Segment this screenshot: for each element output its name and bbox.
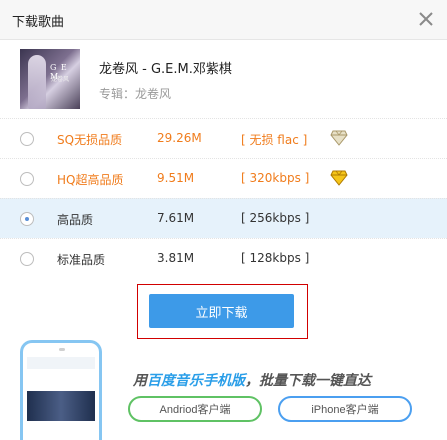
file-size: 29.26M	[157, 131, 202, 145]
promo-suffix: ，批量下载一键直达	[245, 373, 371, 389]
promo-prefix: 用	[133, 373, 147, 389]
radio-button-selected[interactable]	[20, 212, 34, 226]
quality-row-high[interactable]: 高品质 7.61M [ 256kbps ]	[0, 198, 447, 238]
android-client-button[interactable]: Andriod客户端	[128, 396, 262, 422]
mobile-promo: 用百度音乐手机版，批量下载一键直达 Andriod客户端 iPhone客户端	[0, 340, 447, 440]
quality-name: 标准品质	[57, 253, 106, 267]
quality-name: 高品质	[57, 213, 94, 227]
phone-screen-header	[27, 357, 95, 369]
cover-figure	[28, 55, 46, 109]
file-size: 9.51M	[157, 171, 195, 185]
promo-text: 用百度音乐手机版，批量下载一键直达	[133, 370, 371, 390]
file-size: 3.81M	[157, 251, 195, 265]
album-name: 专辑：龙卷风	[99, 87, 172, 101]
quality-name: HQ超高品质	[57, 173, 124, 187]
phone-illustration	[20, 340, 102, 440]
quality-name: SQ无损品质	[57, 133, 123, 147]
format-label: [ 320kbps ]	[241, 171, 310, 185]
radio-button[interactable]	[20, 132, 34, 146]
quality-row-standard[interactable]: 标准品质 3.81M [ 128kbps ]	[0, 238, 447, 278]
diamond-silver-icon	[330, 130, 348, 146]
radio-button[interactable]	[20, 252, 34, 266]
album-cover: G E M 龙卷风	[20, 49, 80, 109]
diamond-gold-icon	[330, 170, 348, 186]
quality-list: SQ无损品质 29.26M [ 无损 flac ] HQ超高品质 9.51M […	[0, 118, 447, 278]
window-title: 下载歌曲	[12, 15, 65, 30]
iphone-client-button[interactable]: iPhone客户端	[278, 396, 412, 422]
quality-row-sq[interactable]: SQ无损品质 29.26M [ 无损 flac ]	[0, 118, 447, 158]
promo-highlight: 百度音乐手机版	[147, 373, 245, 389]
format-label: [ 128kbps ]	[241, 251, 310, 265]
radio-button[interactable]	[20, 172, 34, 186]
cover-subtitle: 龙卷风	[51, 76, 70, 83]
song-title: 龙卷风 - G.E.M.邓紫棋	[99, 62, 232, 77]
close-icon[interactable]	[415, 8, 437, 30]
format-label: [ 无损 flac ]	[241, 133, 308, 147]
format-label: [ 256kbps ]	[241, 211, 310, 225]
file-size: 7.61M	[157, 211, 195, 225]
song-info: G E M 龙卷风 龙卷风 - G.E.M.邓紫棋 专辑：龙卷风	[0, 40, 447, 118]
quality-row-hq[interactable]: HQ超高品质 9.51M [ 320kbps ]	[0, 158, 447, 198]
title-bar: 下载歌曲	[0, 0, 447, 40]
phone-screen-image	[27, 391, 95, 421]
download-now-button[interactable]: 立即下载	[149, 294, 294, 328]
phone-speaker	[59, 348, 65, 351]
